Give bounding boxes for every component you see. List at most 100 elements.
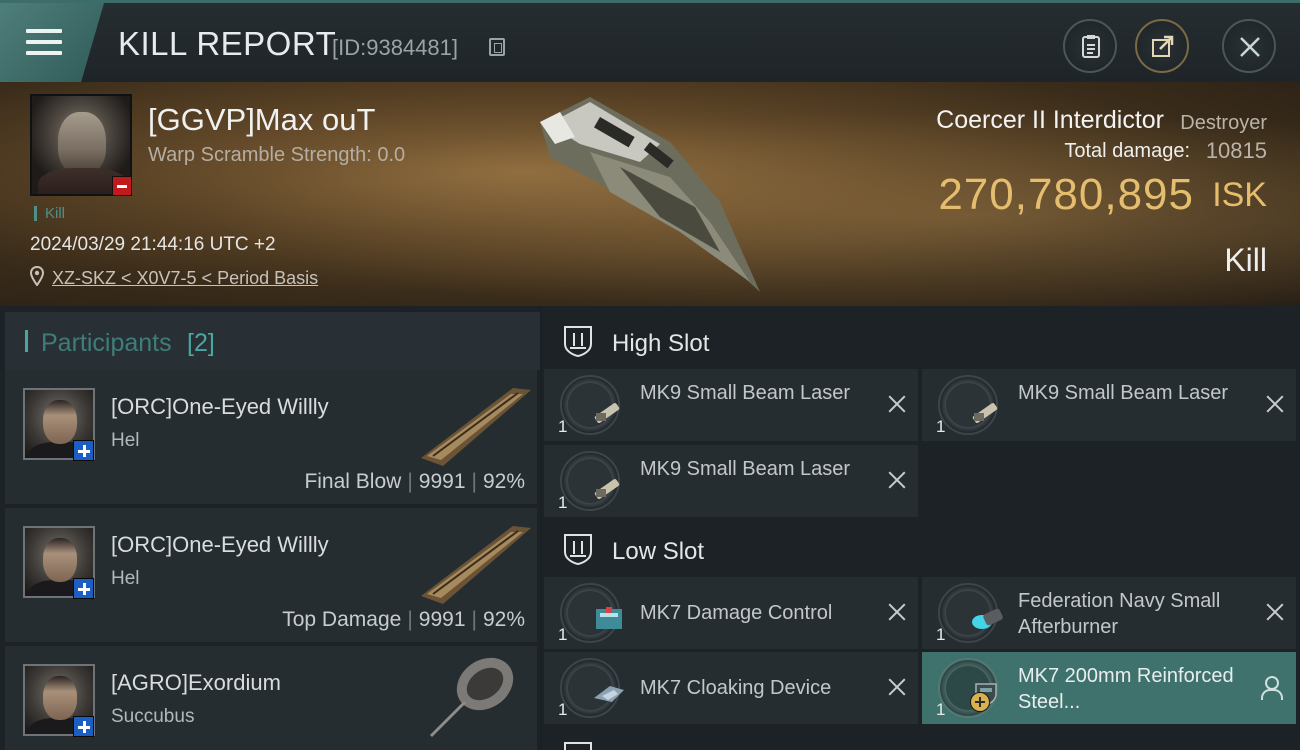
victim-ship-name[interactable]: Coercer II Interdictor	[936, 106, 1164, 135]
participant-ship: Hel	[111, 568, 140, 589]
participant-role: Top Damage	[282, 608, 402, 631]
kill-tag: Kill	[34, 206, 65, 221]
module-item[interactable]: 1 MK7 Damage Control	[544, 577, 918, 649]
module-name: Federation Navy Small Afterburner	[1018, 590, 1221, 638]
module-item[interactable]: 1 MK7 Cloaking Device	[544, 652, 918, 724]
participant-damage: 9991	[418, 470, 466, 493]
participant-row[interactable]: [AGRO]Exordium Succubus	[5, 646, 537, 750]
module-item[interactable]: 1 Federation Navy Small Afterburner	[922, 577, 1296, 649]
kill-type: Kill	[1224, 242, 1267, 278]
low-slot-icon	[564, 534, 592, 566]
add-badge-icon	[970, 692, 990, 712]
standing-plus-icon	[73, 440, 94, 461]
module-name: MK7 Damage Control	[640, 602, 833, 624]
participant-row[interactable]: [ORC]One-Eyed Willly Hel Top Damage | 9991…	[5, 508, 537, 642]
location-pin-icon	[30, 266, 44, 286]
isk-value: 270,780,895	[938, 170, 1194, 219]
participant-ship: Hel	[111, 430, 140, 451]
victim-name[interactable]: [GGVP]Max ouT	[148, 102, 375, 138]
module-name: MK9 Small Beam Laser	[1018, 382, 1229, 404]
page-title: KILL REPORT	[118, 25, 337, 62]
fitting-panel: High Slot 1 MK9 Small Beam Laser 1 MK9 S…	[542, 306, 1300, 750]
close-icon	[1240, 37, 1260, 57]
participants-panel: Participants [2] [ORC]One-Eyed Willly He…	[0, 306, 540, 750]
module-quantity: 1	[936, 625, 946, 644]
top-bar: KILL REPORT [ID:9384481]	[0, 0, 1300, 82]
participant-row[interactable]: [ORC]One-Eyed Willly Hel Final Blow | 9991…	[5, 370, 537, 504]
damage-control-icon	[560, 583, 622, 643]
victim-ship-image	[540, 97, 760, 292]
participant-name[interactable]: [ORC]One-Eyed Willly	[111, 394, 329, 420]
report-id: [ID:9384481]	[332, 35, 458, 60]
remove-x-icon[interactable]	[888, 603, 906, 621]
remove-x-icon[interactable]	[1266, 395, 1284, 413]
module-item[interactable]: 1 MK9 Small Beam Laser	[544, 369, 918, 441]
share-button[interactable]	[1135, 19, 1189, 73]
victim-banner: [GGVP]Max ouT Warp Scramble Strength: 0.…	[0, 82, 1300, 306]
report-icon	[1082, 35, 1100, 58]
share-icon	[1152, 35, 1174, 57]
module-quantity: 1	[558, 493, 568, 512]
participant-stats: Top Damage | 9991 | 92%	[282, 608, 525, 631]
module-quantity: 1	[936, 700, 946, 719]
module-name: MK9 Small Beam Laser	[640, 458, 851, 480]
module-item[interactable]: 1 MK9 Small Beam Laser	[544, 445, 918, 517]
remove-x-icon[interactable]	[888, 678, 906, 696]
cloaking-device-icon	[560, 658, 624, 718]
participant-stats: Final Blow | 9991 | 92%	[304, 470, 525, 493]
report-button[interactable]	[1063, 19, 1117, 73]
close-button[interactable]	[1222, 19, 1276, 73]
participant-role: Final Blow	[304, 470, 402, 493]
standing-plus-icon	[73, 578, 94, 599]
beam-laser-icon	[560, 451, 620, 511]
person-icon[interactable]	[1260, 676, 1283, 700]
participant-name[interactable]: [AGRO]Exordium	[111, 670, 281, 696]
remove-x-icon[interactable]	[888, 395, 906, 413]
next-slot-header	[542, 726, 1300, 750]
high-slot-icon	[564, 326, 592, 358]
menu-icon	[26, 29, 62, 57]
participant-ship-image	[421, 388, 531, 466]
low-slot-header: Low Slot	[542, 518, 1300, 578]
remove-x-icon[interactable]	[888, 471, 906, 489]
total-damage-value: 10815	[1205, 138, 1267, 163]
total-damage-label: Total damage:	[1064, 140, 1190, 162]
participant-percent: 92%	[482, 470, 525, 493]
warp-scramble-strength: Warp Scramble Strength: 0.0	[148, 144, 406, 166]
remove-x-icon[interactable]	[1266, 603, 1284, 621]
low-slot-title: Low Slot	[612, 538, 705, 565]
high-slot-header: High Slot	[542, 310, 1300, 370]
participant-name[interactable]: [ORC]One-Eyed Willly	[111, 532, 329, 558]
participant-ship-image	[429, 657, 514, 738]
kill-datetime: 2024/03/29 21:44:16 UTC +2	[30, 234, 276, 255]
copy-icon[interactable]	[489, 38, 505, 56]
victim-ship-class: Destroyer	[1180, 112, 1267, 134]
module-name: MK7 Cloaking Device	[640, 677, 832, 699]
afterburner-icon	[938, 583, 1003, 643]
menu-button[interactable]	[0, 3, 104, 82]
module-item[interactable]: 1 MK9 Small Beam Laser	[922, 369, 1296, 441]
high-slot-title: High Slot	[612, 330, 710, 357]
module-name: MK7 200mm Reinforced Steel...	[1018, 665, 1234, 713]
module-item-selected[interactable]: 1 MK7 200mm Reinforced Steel...	[922, 652, 1296, 724]
module-quantity: 1	[558, 625, 568, 644]
participant-percent: 92%	[482, 608, 525, 631]
mid-slot-icon	[564, 742, 592, 750]
standing-minus-icon	[112, 176, 132, 196]
kill-location-link[interactable]: XZ-SKZ < X0V7-5 < Period Basis	[52, 268, 318, 289]
standing-plus-icon	[73, 716, 94, 737]
participants-count: [2]	[187, 329, 215, 357]
isk-unit: ISK	[1212, 176, 1267, 214]
module-name: MK9 Small Beam Laser	[640, 382, 851, 404]
armor-plate-icon	[938, 658, 998, 718]
participant-ship-image	[421, 526, 531, 604]
participant-ship: Succubus	[111, 706, 195, 727]
participants-header: Participants [2]	[5, 312, 540, 370]
participant-damage: 9991	[418, 608, 466, 631]
module-quantity: 1	[936, 417, 946, 436]
beam-laser-icon	[938, 375, 998, 435]
beam-laser-icon	[560, 375, 620, 435]
participants-title: Participants	[41, 329, 172, 357]
module-quantity: 1	[558, 700, 568, 719]
module-quantity: 1	[558, 417, 568, 436]
